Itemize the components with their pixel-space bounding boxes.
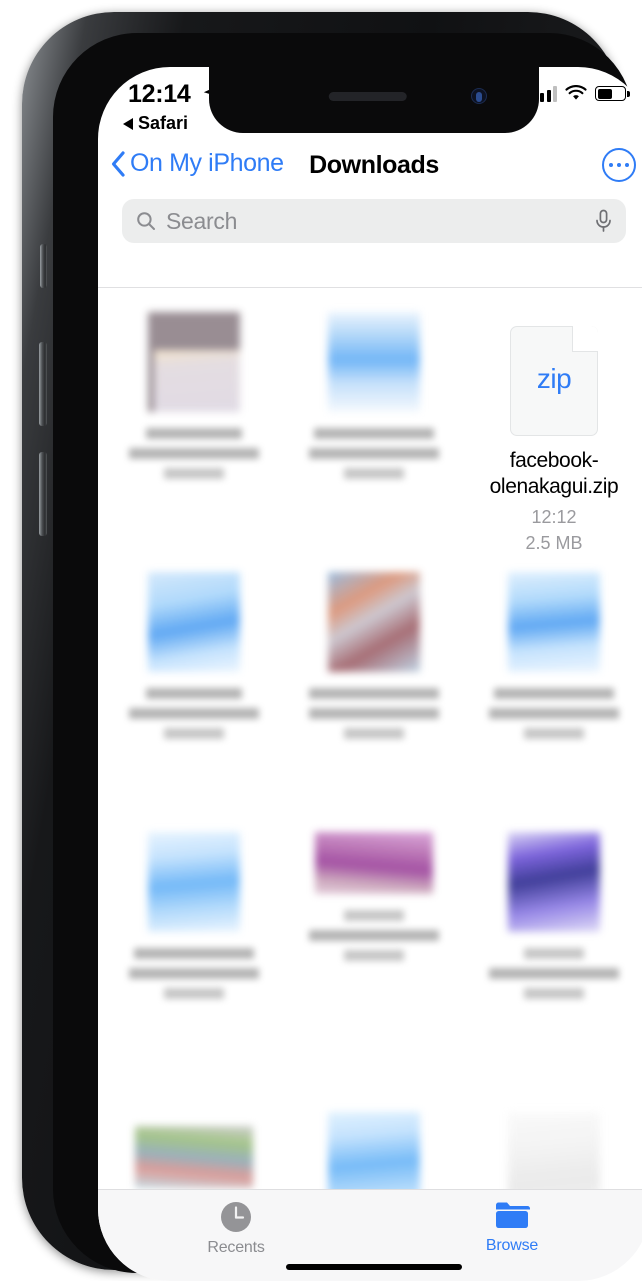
file-thumbnail bbox=[508, 572, 600, 672]
safari-back-link[interactable]: Safari bbox=[122, 113, 188, 134]
file-grid-item[interactable] bbox=[284, 1078, 464, 1191]
file-thumbnail bbox=[315, 832, 433, 894]
volume-down-button[interactable] bbox=[39, 452, 47, 536]
file-grid-item[interactable] bbox=[464, 558, 642, 818]
tab-browse-label: Browse bbox=[485, 1237, 539, 1254]
status-time: 12:14 bbox=[128, 80, 191, 108]
folder-icon bbox=[496, 1202, 530, 1228]
device-notch bbox=[209, 67, 539, 133]
file-thumbnail bbox=[148, 832, 240, 932]
silent-switch[interactable] bbox=[40, 244, 47, 288]
tab-recents-label: Recents bbox=[207, 1239, 265, 1256]
earpiece-speaker bbox=[328, 92, 407, 101]
file-label-placeholder bbox=[309, 688, 439, 748]
file-grid-item[interactable] bbox=[284, 558, 464, 818]
file-thumbnail bbox=[508, 832, 600, 932]
file-grid: zip facebook-olenakagui.zip 12:12 2.5 MB bbox=[98, 288, 642, 1191]
file-grid-item[interactable] bbox=[284, 298, 464, 558]
file-label-placeholder bbox=[489, 688, 619, 748]
back-triangle-icon bbox=[123, 117, 133, 130]
zip-icon-label: zip bbox=[536, 363, 572, 394]
volume-up-button[interactable] bbox=[39, 342, 47, 426]
file-thumbnail bbox=[508, 1112, 600, 1191]
file-label-placeholder bbox=[129, 688, 259, 748]
search-input[interactable]: Search bbox=[122, 199, 626, 243]
file-thumbnail bbox=[148, 572, 240, 672]
more-dots-icon[interactable] bbox=[602, 148, 636, 182]
page-title: Downloads bbox=[309, 151, 439, 179]
file-label-placeholder bbox=[309, 428, 439, 488]
file-label-placeholder bbox=[309, 910, 439, 970]
tab-bar: Recents Browse bbox=[98, 1189, 642, 1281]
file-grid-item[interactable] bbox=[284, 818, 464, 1078]
battery-fill bbox=[597, 88, 612, 99]
file-thumbnail bbox=[148, 312, 240, 412]
iphone-device-frame: 12:14 Safari On My iPhone Downloads Sear… bbox=[22, 12, 642, 1281]
file-grid-item[interactable] bbox=[104, 298, 284, 558]
page-fold-corner bbox=[572, 326, 598, 352]
wifi-icon bbox=[565, 85, 587, 100]
device-bezel: 12:14 Safari On My iPhone Downloads Sear… bbox=[53, 33, 642, 1281]
device-screen: 12:14 Safari On My iPhone Downloads Sear… bbox=[98, 67, 642, 1281]
battery-icon bbox=[595, 86, 630, 101]
search-icon bbox=[137, 212, 155, 230]
file-thumbnail bbox=[135, 1126, 253, 1188]
file-thumbnail bbox=[328, 1112, 420, 1191]
status-icons bbox=[533, 85, 630, 102]
file-thumbnail bbox=[328, 572, 420, 672]
file-grid-item[interactable] bbox=[104, 1078, 284, 1191]
zip-file-size: 2.5 MB bbox=[525, 533, 583, 553]
file-grid-item[interactable] bbox=[464, 1078, 642, 1191]
home-indicator[interactable] bbox=[286, 1264, 462, 1270]
front-camera-icon bbox=[471, 88, 487, 104]
zip-file-icon: zip bbox=[510, 326, 598, 436]
file-thumbnail bbox=[328, 312, 420, 412]
navigation-bar: On My iPhone Downloads bbox=[98, 143, 642, 195]
file-label-placeholder bbox=[129, 428, 259, 488]
zip-file-name: facebook-olenakagui.zip bbox=[489, 449, 619, 498]
microphone-icon[interactable] bbox=[595, 209, 612, 233]
search-bar-container: Search bbox=[98, 195, 642, 255]
file-label-placeholder bbox=[489, 948, 619, 1008]
file-grid-item[interactable] bbox=[464, 818, 642, 1078]
search-placeholder: Search bbox=[166, 207, 238, 234]
file-grid-item[interactable] bbox=[104, 818, 284, 1078]
file-label-placeholder bbox=[129, 948, 259, 1008]
clock-icon bbox=[221, 1202, 251, 1232]
safari-back-label: Safari bbox=[138, 113, 189, 133]
file-grid-item-zip[interactable]: zip facebook-olenakagui.zip 12:12 2.5 MB bbox=[464, 298, 642, 558]
zip-file-time: 12:12 bbox=[531, 507, 577, 527]
file-grid-item[interactable] bbox=[104, 558, 284, 818]
